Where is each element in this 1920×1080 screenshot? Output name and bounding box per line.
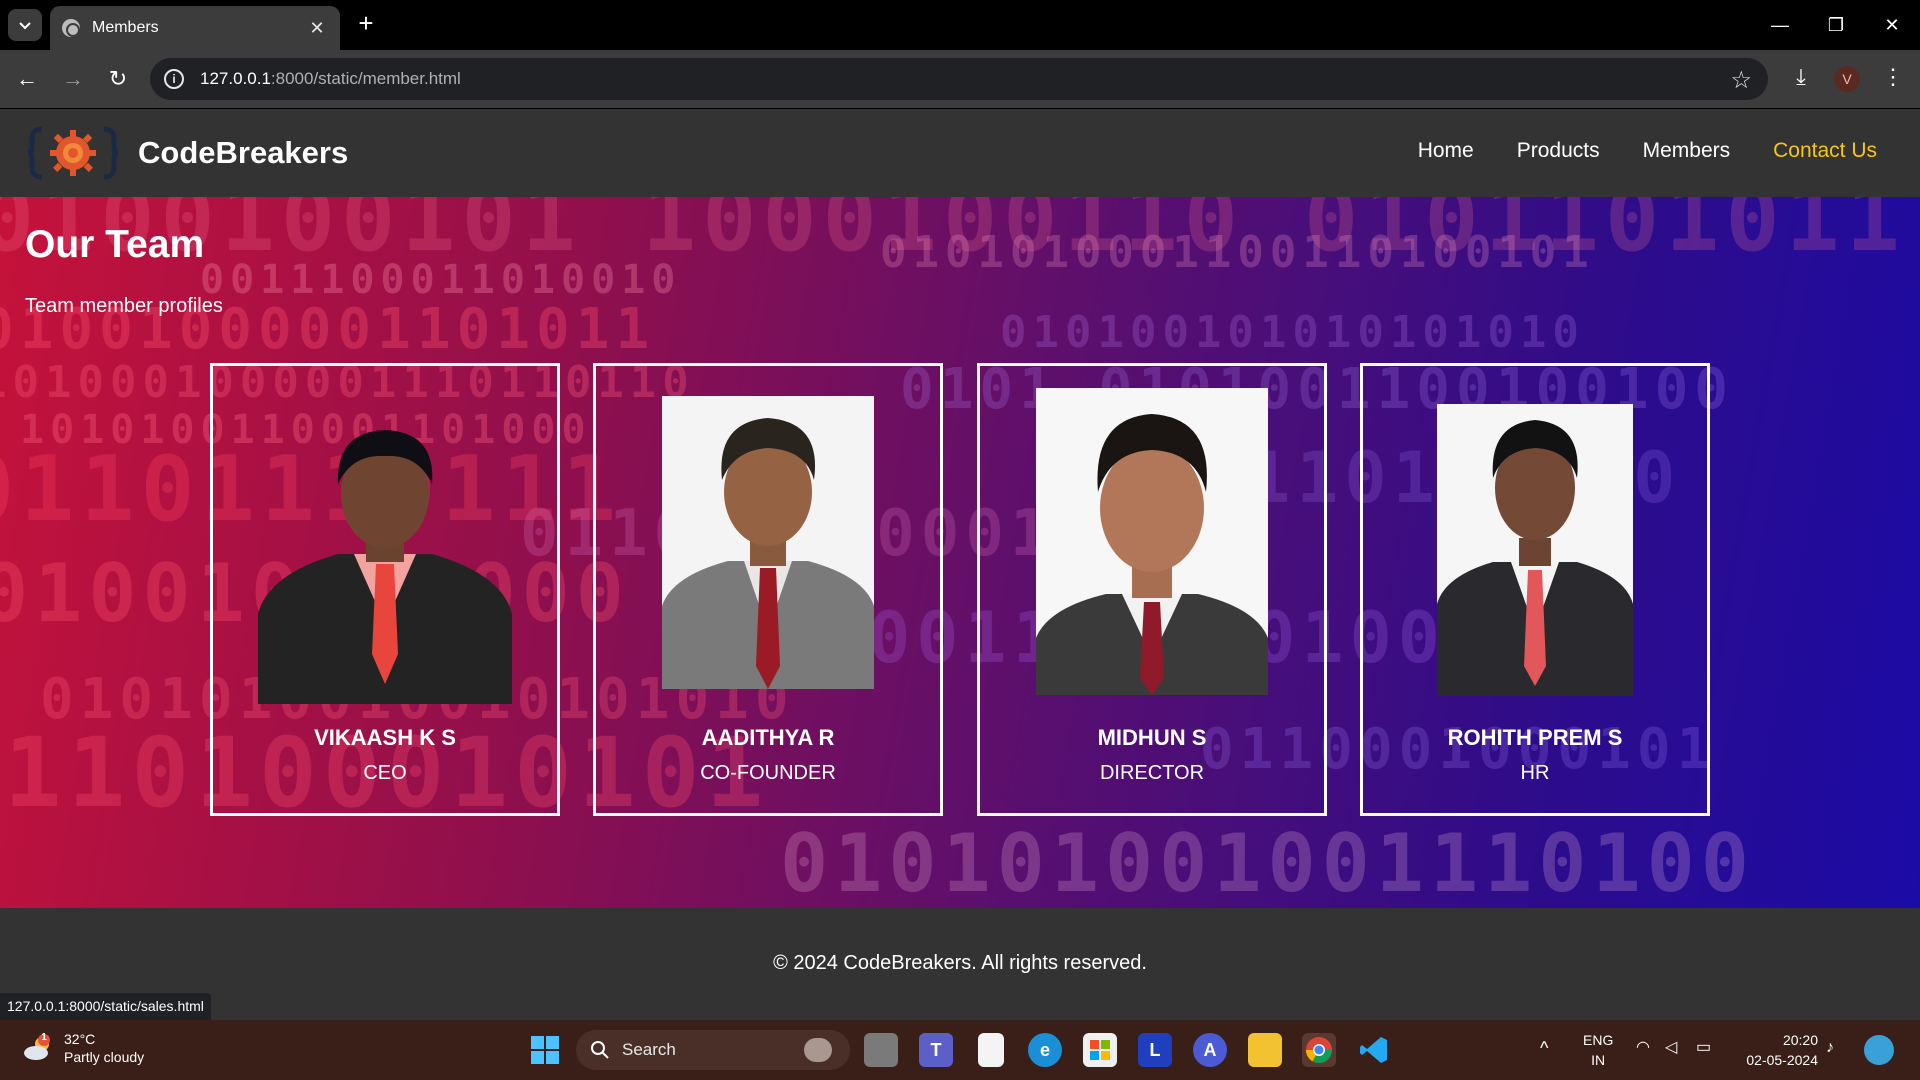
- member-photo: [662, 396, 874, 689]
- member-name: ROHITH PREM S: [1447, 725, 1623, 750]
- nav-products[interactable]: Products: [1517, 139, 1600, 163]
- minimize-button[interactable]: —: [1752, 0, 1808, 50]
- brand-name[interactable]: CodeBreakers: [138, 135, 348, 171]
- globe-icon: [62, 19, 80, 37]
- partly-cloudy-icon: 1: [22, 1032, 54, 1062]
- weather-badge: 1: [41, 1032, 47, 1043]
- page-subtitle: Team member profiles: [25, 295, 223, 317]
- site-footer: © 2024 CodeBreakers. All rights reserved…: [0, 908, 1920, 1020]
- page-title: Our Team: [25, 223, 205, 266]
- vscode-icon[interactable]: [1357, 1033, 1391, 1067]
- download-icon[interactable]: ⤓: [1786, 64, 1816, 94]
- team-section: 0100100101 1000100110 0101101011 0101010…: [0, 197, 1920, 908]
- tab-search-button[interactable]: [8, 9, 42, 41]
- member-card[interactable]: MIDHUN S DIRECTOR: [977, 363, 1327, 816]
- weather-widget[interactable]: 1 32°C Partly cloudy: [22, 1030, 144, 1066]
- member-role: DIRECTOR: [1099, 762, 1205, 784]
- teams-icon[interactable]: T: [919, 1033, 953, 1067]
- language-indicator[interactable]: ENG IN: [1583, 1030, 1613, 1070]
- chrome-icon[interactable]: [1302, 1033, 1336, 1067]
- taskbar-search[interactable]: Search: [576, 1030, 850, 1070]
- main-nav: Home Products Members Contact Us: [1418, 139, 1877, 163]
- nav-members[interactable]: Members: [1643, 139, 1731, 163]
- member-role: CO-FOUNDER: [700, 762, 836, 784]
- member-name: MIDHUN S: [1097, 725, 1207, 750]
- member-card[interactable]: ROHITH PREM S HR: [1360, 363, 1710, 816]
- temperature-text: 32°C: [64, 1031, 96, 1047]
- site-info-icon[interactable]: i: [164, 69, 184, 89]
- notepad-icon[interactable]: [978, 1033, 1004, 1067]
- close-window-button[interactable]: ✕: [1864, 0, 1920, 50]
- windows-taskbar: 1 32°C Partly cloudy Search T e L A ^ EN…: [0, 1020, 1920, 1080]
- browser-tab-bar: Members ✕ + — ❐ ✕: [0, 0, 1920, 50]
- restore-button[interactable]: ❐: [1808, 0, 1864, 50]
- notification-bell-icon[interactable]: ♪: [1826, 1038, 1834, 1058]
- volume-icon[interactable]: ◁: [1665, 1038, 1677, 1058]
- tab-title: Members: [92, 19, 159, 36]
- member-photo: [1036, 388, 1268, 695]
- copilot-icon[interactable]: [1864, 1035, 1894, 1065]
- member-name: VIKAASH K S: [314, 725, 456, 750]
- bookmark-star-icon[interactable]: ☆: [1730, 66, 1752, 95]
- window-controls: — ❐ ✕: [1752, 0, 1920, 50]
- back-button[interactable]: ←: [12, 64, 42, 94]
- microsoft-store-icon[interactable]: [1083, 1033, 1117, 1067]
- codebreakers-logo-icon: [28, 126, 118, 180]
- link-status-bar: 127.0.0.1:8000/static/sales.html: [0, 993, 211, 1020]
- time-text: 20:20: [1782, 1032, 1818, 1048]
- nav-home[interactable]: Home: [1418, 139, 1474, 163]
- file-explorer-icon[interactable]: [1248, 1033, 1282, 1067]
- search-icon: [591, 1041, 609, 1059]
- l-app-icon[interactable]: L: [1138, 1033, 1172, 1067]
- member-role: CEO: [363, 762, 407, 784]
- new-tab-button[interactable]: +: [352, 10, 380, 38]
- close-tab-icon[interactable]: ✕: [306, 18, 328, 39]
- member-role: HR: [1520, 762, 1550, 784]
- member-name: AADITHYA R: [701, 725, 835, 750]
- member-card[interactable]: AADITHYA R CO-FOUNDER: [593, 363, 943, 816]
- reload-button[interactable]: ↻: [103, 64, 133, 94]
- member-photo: [258, 430, 512, 704]
- windows-start-icon[interactable]: [528, 1033, 562, 1067]
- wifi-icon[interactable]: ◠: [1636, 1038, 1650, 1058]
- more-menu-icon[interactable]: ⋮: [1880, 64, 1906, 94]
- member-card[interactable]: VIKAASH K S CEO: [210, 363, 560, 816]
- clock[interactable]: 20:20 02-05-2024: [1738, 1030, 1818, 1070]
- copyright-text: © 2024 CodeBreakers. All rights reserved…: [773, 952, 1147, 974]
- url-text: 127.0.0.1:8000/static/member.html: [200, 69, 461, 88]
- search-label: Search: [622, 1040, 676, 1059]
- task-view-icon[interactable]: [864, 1033, 898, 1067]
- browser-tab[interactable]: Members ✕: [50, 6, 340, 50]
- edge-icon[interactable]: e: [1028, 1033, 1062, 1067]
- member-photo: [1437, 404, 1633, 696]
- forward-button[interactable]: →: [58, 64, 88, 94]
- arc-app-icon[interactable]: A: [1193, 1033, 1227, 1067]
- battery-icon[interactable]: ▭: [1696, 1038, 1711, 1058]
- chevron-up-icon[interactable]: ^: [1540, 1038, 1548, 1058]
- address-bar[interactable]: i 127.0.0.1:8000/static/member.html ☆: [150, 58, 1768, 100]
- search-highlight-icon: [804, 1038, 832, 1062]
- chevron-down-icon: [19, 22, 31, 30]
- weather-condition-text: Partly cloudy: [64, 1049, 145, 1065]
- nav-contact-us[interactable]: Contact Us: [1773, 139, 1877, 163]
- profile-avatar[interactable]: V: [1834, 66, 1860, 92]
- browser-toolbar: ← → ↻ i 127.0.0.1:8000/static/member.htm…: [0, 50, 1920, 108]
- site-header: CodeBreakers Home Products Members Conta…: [0, 109, 1920, 197]
- date-text: 02-05-2024: [1746, 1052, 1818, 1068]
